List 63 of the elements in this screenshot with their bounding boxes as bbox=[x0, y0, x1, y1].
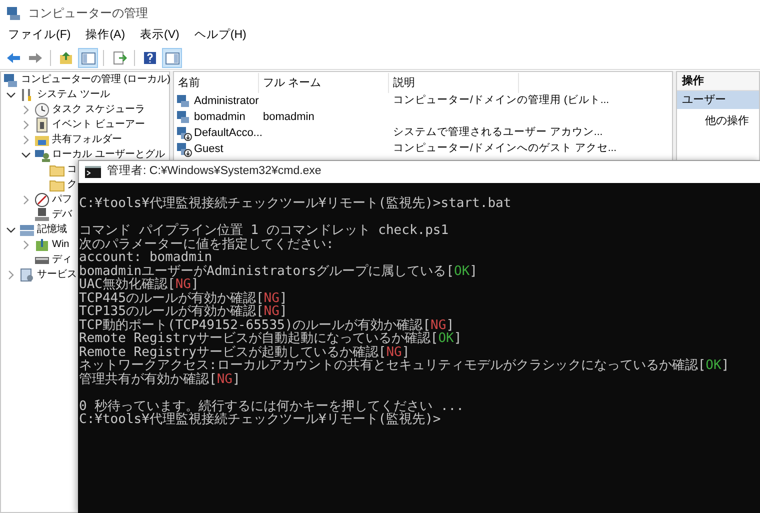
clock-icon bbox=[34, 102, 50, 118]
console-line: C:¥tools¥代理監視接続チェックツール¥リモート(監視先)> bbox=[79, 413, 442, 426]
console-line: UAC無効化確認[NG] bbox=[79, 278, 199, 292]
tree-item[interactable]: デバ bbox=[52, 207, 72, 222]
tree-pane-icon bbox=[80, 50, 96, 66]
tree-item[interactable]: タスク スケジューラ bbox=[52, 102, 145, 117]
tree-item[interactable]: イベント ビューアー bbox=[52, 117, 145, 132]
computer-icon bbox=[3, 72, 19, 88]
column-header[interactable]: フル ネーム bbox=[259, 73, 389, 93]
tree-item[interactable]: コ bbox=[67, 162, 77, 177]
menu-item[interactable]: 操作(A) bbox=[86, 27, 126, 45]
actions-header: 操作 bbox=[677, 72, 759, 91]
window-title: コンピューターの管理 bbox=[28, 5, 148, 22]
tree-pane-button[interactable] bbox=[78, 48, 98, 68]
table-cell-text: bomadmin bbox=[262, 110, 316, 125]
console-icon bbox=[85, 166, 101, 178]
folder-up-icon bbox=[58, 50, 74, 66]
console-line: TCP445のルールが有効か確認[NG] bbox=[79, 292, 288, 305]
log-icon bbox=[34, 116, 50, 132]
tree-item[interactable]: コンピューターの管理 (ローカル) bbox=[21, 72, 170, 87]
tree-item[interactable]: 共有フォルダー bbox=[52, 132, 122, 147]
column-header[interactable]: 説明 bbox=[389, 73, 519, 93]
action-pane-icon bbox=[164, 50, 180, 66]
menu-item[interactable]: ファイル(F) bbox=[8, 27, 71, 45]
tree-item[interactable]: ディ bbox=[52, 252, 72, 267]
tree-item[interactable]: ローカル ユーザーとグル bbox=[52, 147, 165, 162]
table-cell-text: システムで管理されるユーザー アカウン... bbox=[392, 125, 604, 140]
action-pane-button[interactable] bbox=[162, 48, 182, 68]
tree-item[interactable]: システム ツール bbox=[37, 87, 110, 102]
menu-item[interactable]: ヘルプ(H) bbox=[194, 27, 246, 45]
console-line: C:¥tools¥代理監視接続チェックツール¥リモート(監視先)>start.bat bbox=[79, 197, 512, 210]
device-icon bbox=[34, 206, 50, 222]
tree-item[interactable]: パフ bbox=[52, 192, 72, 207]
console-line: ネットワークアクセス:ローカルアカウントの共有とセキュリティモデルがクラシックになっているか確認[OK] bbox=[79, 359, 730, 372]
tree-item[interactable]: 記憶域 bbox=[37, 222, 67, 237]
services-icon bbox=[19, 266, 35, 282]
table-cell-text: bomadmin bbox=[194, 110, 246, 125]
console-line: Remote Registryサービスが自動起動になっているか確認[OK] bbox=[79, 332, 463, 346]
menu-item[interactable]: 表示(V) bbox=[140, 27, 180, 45]
tree-item[interactable]: ク bbox=[67, 177, 77, 192]
export-list-icon bbox=[111, 50, 127, 66]
help-icon bbox=[142, 50, 158, 66]
console-line: TCP135のルールが有効か確認[NG] bbox=[79, 305, 288, 318]
console-line: TCP動的ポート(TCP49152-65535)のルールが有効か確認[NG] bbox=[79, 318, 456, 332]
table-cell-text: DefaultAcco... bbox=[194, 126, 262, 141]
table-cell-text: Administrator bbox=[194, 94, 259, 109]
tree-item[interactable]: Win bbox=[52, 237, 70, 252]
actions-section[interactable]: ユーザー bbox=[677, 91, 759, 109]
console-line: 管理共有が有効か確認[NG] bbox=[79, 372, 242, 386]
table-cell-text: コンピューター/ドメインの管理用 (ビルト... bbox=[392, 93, 610, 108]
console-line: 次のパラメーターに値を指定してください: bbox=[79, 238, 335, 251]
app-icon bbox=[6, 5, 22, 21]
console-line: bomadminユーザーがAdministratorsグループに属している[OK] bbox=[79, 264, 478, 278]
console-line: account: bomadmin bbox=[79, 251, 212, 264]
table-cell-text: Guest bbox=[194, 142, 224, 157]
console-line: コマンド パイプライン位置 1 のコマンドレット check.ps1 bbox=[79, 224, 450, 238]
table-cell-text: コンピューター/ドメインへのゲスト アクセ... bbox=[392, 141, 618, 156]
action-item[interactable]: 他の操作 bbox=[677, 112, 759, 130]
console-line: 0 秒待っています。続行するには何かキーを押してください ... bbox=[79, 400, 465, 413]
tree-item[interactable]: サービス bbox=[37, 267, 77, 282]
column-header[interactable]: 名前 bbox=[174, 73, 259, 93]
console-line: Remote Registryサービスが起動しているか確認[NG] bbox=[79, 346, 411, 359]
console-title: 管理者: C:¥Windows¥System32¥cmd.exe bbox=[107, 164, 322, 180]
